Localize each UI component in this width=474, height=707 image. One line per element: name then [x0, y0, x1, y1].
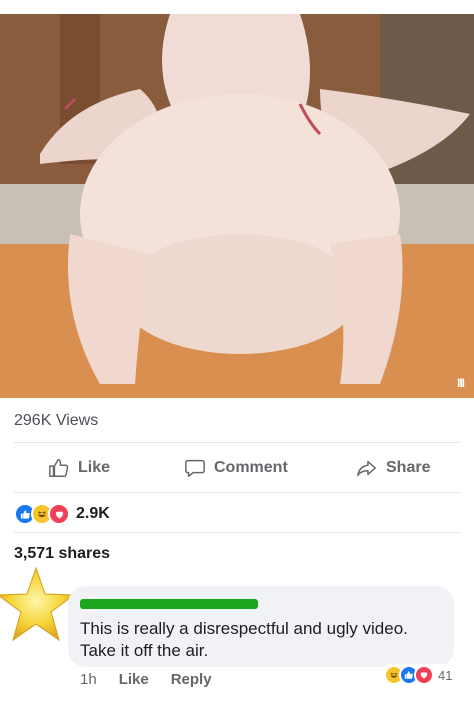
commenter-name-redacted[interactable]	[80, 599, 258, 609]
share-label: Share	[386, 459, 431, 476]
divider	[14, 532, 460, 533]
video-player[interactable]: III	[0, 14, 474, 398]
love-icon	[414, 665, 434, 685]
share-button[interactable]: Share	[356, 452, 430, 484]
comment-meta: 1h Like Reply	[80, 671, 212, 688]
divider	[14, 492, 460, 493]
top-strip	[0, 0, 474, 14]
thumbs-up-icon	[49, 459, 69, 477]
post-actions-bar: Like Comment Share	[0, 452, 474, 484]
video-frame-raw-chicken	[0, 14, 474, 398]
views-count: 296K Views	[14, 412, 99, 429]
comment-button[interactable]: Comment	[184, 452, 288, 484]
comment-like-link[interactable]: Like	[119, 671, 149, 688]
video-menu-icon[interactable]: III	[457, 376, 465, 390]
comment-time[interactable]: 1h	[80, 671, 97, 688]
reactions-count: 2.9K	[76, 505, 110, 522]
like-label: Like	[78, 459, 111, 476]
comment-reaction-count: 41	[438, 667, 453, 683]
comment-reactions[interactable]: 41	[380, 664, 457, 686]
comment-reply-link[interactable]: Reply	[171, 671, 212, 688]
comment-bubble-icon	[185, 459, 205, 477]
divider	[14, 442, 460, 443]
reactions-summary[interactable]: 2.9K	[14, 503, 110, 525]
love-icon	[48, 503, 70, 525]
shares-count[interactable]: 3,571 shares	[14, 545, 110, 563]
comment-text: This is really a disrespectful and ugly …	[80, 619, 408, 660]
comment-label: Comment	[214, 459, 288, 476]
bottom-edge	[0, 703, 474, 707]
like-button[interactable]: Like	[48, 452, 110, 484]
share-arrow-icon	[357, 460, 376, 477]
